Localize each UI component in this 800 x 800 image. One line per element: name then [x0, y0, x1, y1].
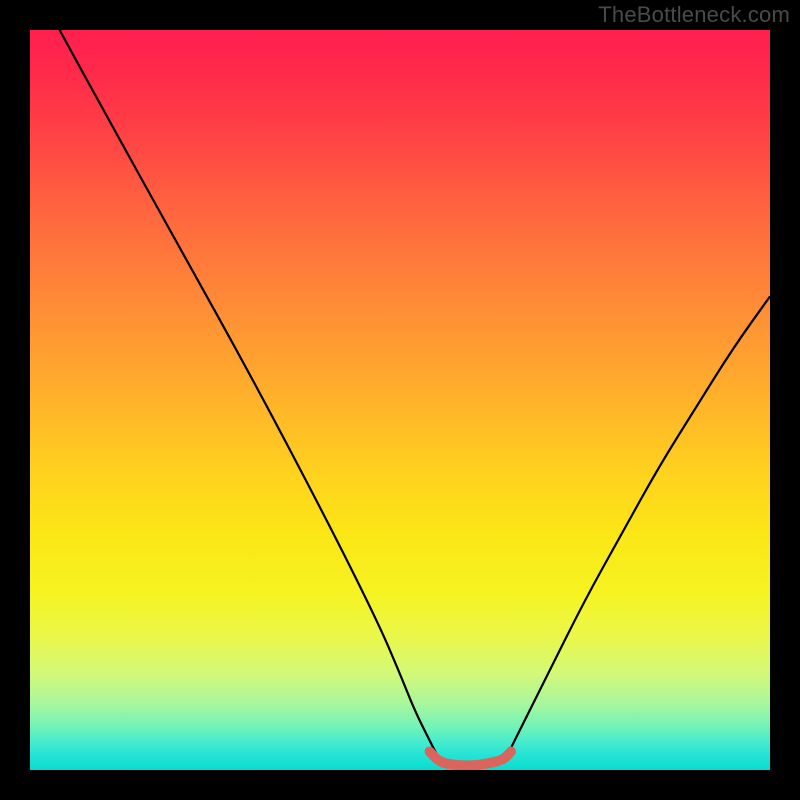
- chart-frame: TheBottleneck.com: [0, 0, 800, 800]
- curve-left: [60, 30, 445, 763]
- curve-overlay: [30, 30, 770, 770]
- curve-right: [504, 296, 770, 762]
- watermark-text: TheBottleneck.com: [598, 2, 790, 28]
- bottom-segment: [430, 752, 511, 766]
- plot-area: [30, 30, 770, 770]
